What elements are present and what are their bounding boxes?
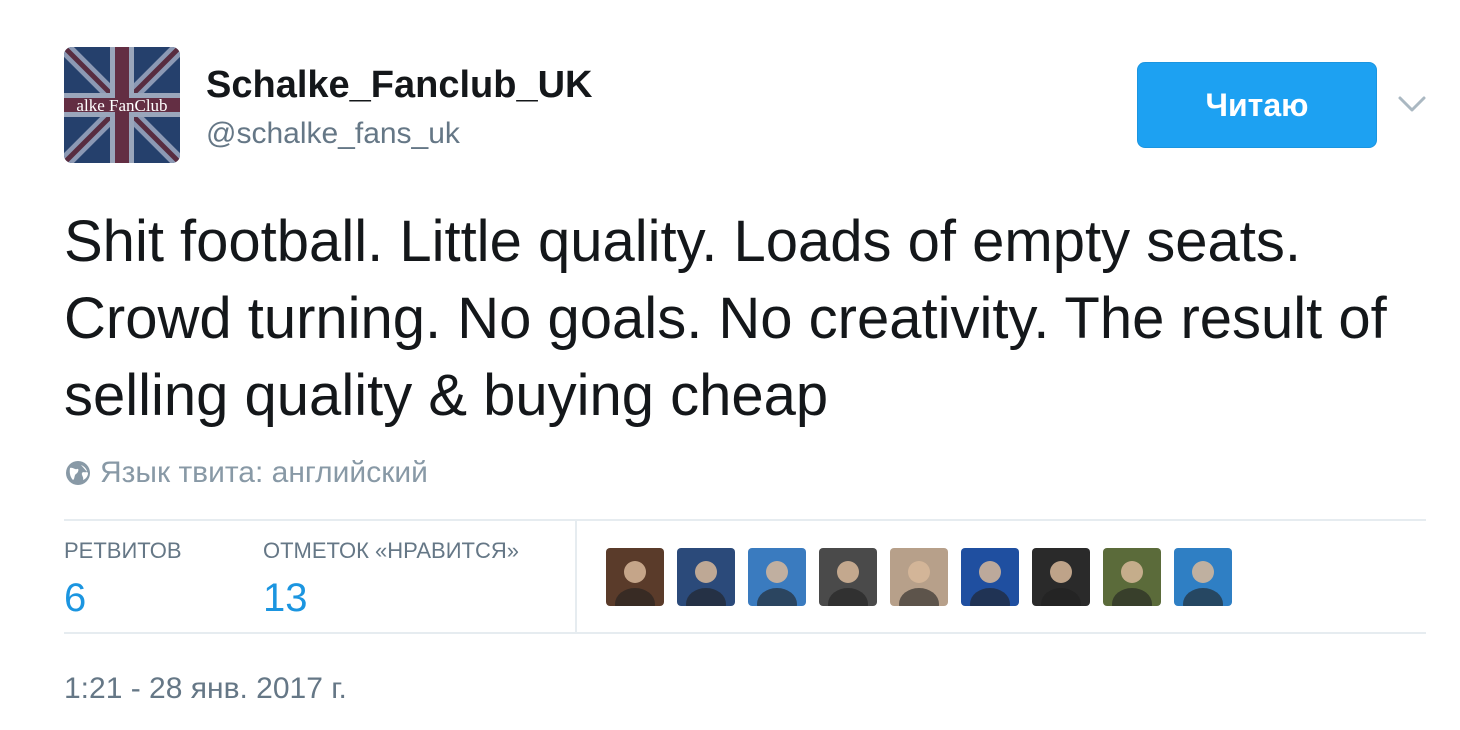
likers-list	[606, 548, 1245, 606]
retweets-label: РЕТВИТОВ	[64, 538, 182, 563]
liker-avatar-4[interactable]	[819, 548, 877, 606]
avatar-text: alke FanClub	[76, 96, 167, 115]
liker-avatar-1[interactable]	[606, 548, 664, 606]
globe-icon	[66, 461, 90, 485]
likes-label: ОТМЕТОК «НРАВИТСЯ»	[263, 538, 519, 563]
likes-stat[interactable]: ОТМЕТОК «НРАВИТСЯ» 13	[263, 538, 519, 621]
display-name[interactable]: Schalke_Fanclub_UK	[206, 64, 592, 107]
divider-vertical	[575, 521, 577, 632]
liker-avatar-8[interactable]	[1103, 548, 1161, 606]
liker-avatar-3[interactable]	[748, 548, 806, 606]
liker-avatar-5[interactable]	[890, 548, 948, 606]
likes-count: 13	[263, 576, 308, 620]
retweets-count: 6	[64, 576, 87, 620]
liker-avatar-7[interactable]	[1032, 548, 1090, 606]
user-handle[interactable]: @schalke_fans_uk	[206, 117, 460, 151]
tweet-language-label: Язык твита: английский	[100, 456, 428, 489]
liker-avatar-9[interactable]	[1174, 548, 1232, 606]
liker-avatar-2[interactable]	[677, 548, 735, 606]
tweet-text: Shit football. Little quality. Loads of …	[64, 209, 1387, 428]
follow-button[interactable]: Читаю	[1137, 62, 1377, 148]
tweet-timestamp[interactable]: 1:21 - 28 янв. 2017 г.	[64, 672, 347, 706]
divider-bottom	[64, 632, 1426, 634]
tweet-menu-button[interactable]	[1396, 88, 1428, 120]
retweets-stat[interactable]: РЕТВИТОВ 6	[64, 538, 182, 621]
chevron-down-icon	[1398, 96, 1426, 112]
profile-avatar[interactable]: alke FanClub	[64, 47, 180, 163]
tweet-language: Язык твита: английский	[64, 456, 428, 490]
divider-top	[64, 519, 1426, 521]
liker-avatar-6[interactable]	[961, 548, 1019, 606]
